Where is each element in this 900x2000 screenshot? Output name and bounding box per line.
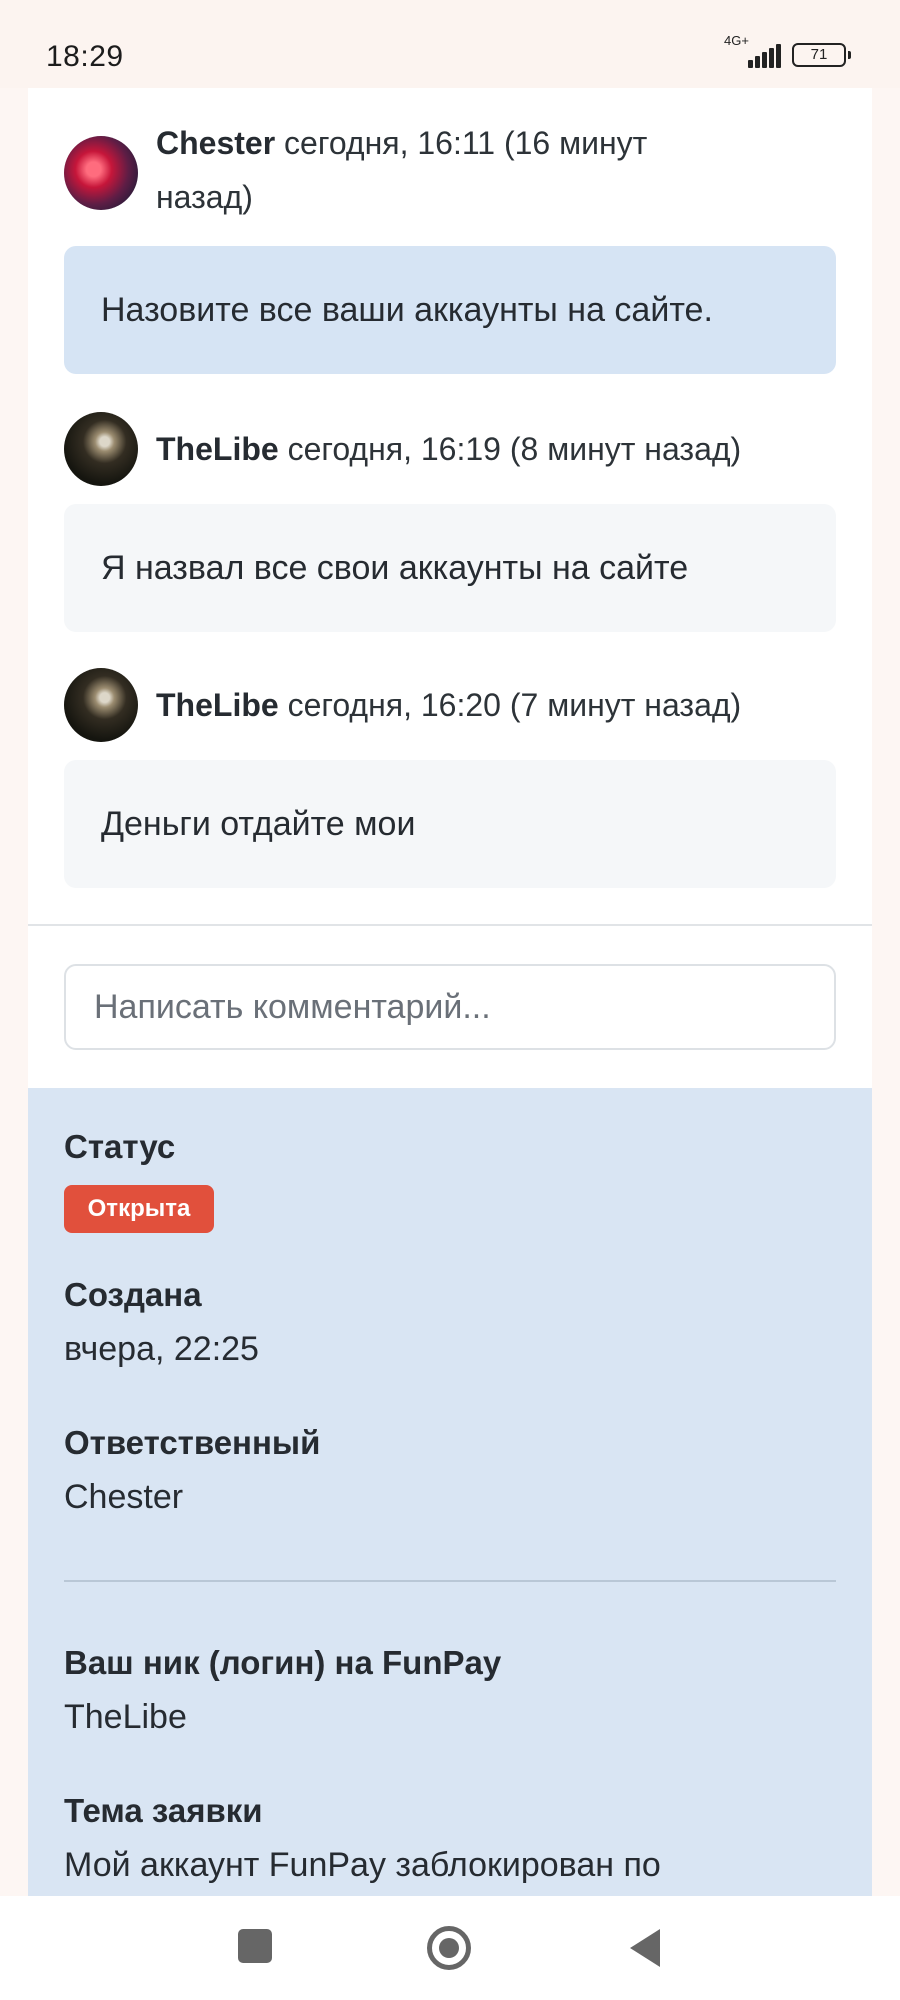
divider xyxy=(28,924,872,926)
subject-value: Мой аккаунт FunPay заблокирован по xyxy=(64,1846,661,1884)
back-icon[interactable] xyxy=(630,1929,660,1967)
message-author[interactable]: Chester xyxy=(156,125,275,161)
ticket-info-panel: Статус Открыта Создана вчера, 22:25 Отве… xyxy=(28,1088,872,1896)
message-header: Chester сегодня, 16:11 (16 минут назад) xyxy=(156,116,796,224)
chester-avatar[interactable] xyxy=(64,136,138,210)
message-time: сегодня, 16:11 (16 минут xyxy=(275,125,648,161)
recent-apps-icon[interactable] xyxy=(238,1929,272,1963)
created-label: Создана xyxy=(64,1276,202,1313)
message-bubble: Деньги отдайте мои xyxy=(64,760,836,888)
navigation-bar xyxy=(0,1896,900,2000)
network-type: 4G+ xyxy=(724,33,749,48)
thelibe-avatar[interactable] xyxy=(64,668,138,742)
comments-card: Chester сегодня, 16:11 (16 минут назад) … xyxy=(28,88,872,1088)
status-bar: 18:29 4G+ 71 xyxy=(0,0,900,88)
assignee-label: Ответственный xyxy=(64,1424,321,1461)
message-time: сегодня, 16:19 (8 минут назад) xyxy=(278,431,742,467)
thelibe-avatar[interactable] xyxy=(64,412,138,486)
message-author[interactable]: TheLibe xyxy=(156,687,279,723)
message-time: сегодня, 16:20 (7 минут назад) xyxy=(278,687,742,723)
message-author[interactable]: TheLibe xyxy=(156,431,279,467)
message-bubble: Я назвал все свои аккаунты на сайте xyxy=(64,504,836,632)
status-badge: Открыта xyxy=(64,1185,214,1233)
created-value: вчера, 22:25 xyxy=(64,1330,259,1368)
login-label: Ваш ник (логин) на FunPay xyxy=(64,1644,502,1681)
status-time: 18:29 xyxy=(46,40,124,73)
login-value: TheLibe xyxy=(64,1698,187,1736)
comment-input[interactable] xyxy=(64,964,836,1050)
assignee-value: Chester xyxy=(64,1478,184,1516)
info-divider xyxy=(64,1580,836,1582)
battery-icon: 71 xyxy=(792,43,851,67)
message-time-continued: назад) xyxy=(156,179,253,215)
message-header: TheLibe сегодня, 16:20 (7 минут назад) xyxy=(156,678,856,732)
message-bubble: Назовите все ваши аккаунты на сайте. xyxy=(64,246,836,374)
signal-icon xyxy=(748,44,782,68)
home-icon[interactable] xyxy=(427,1926,471,1970)
message-header: TheLibe сегодня, 16:19 (8 минут назад) xyxy=(156,422,856,476)
subject-label: Тема заявки xyxy=(64,1792,263,1829)
status-label: Статус xyxy=(64,1128,176,1165)
